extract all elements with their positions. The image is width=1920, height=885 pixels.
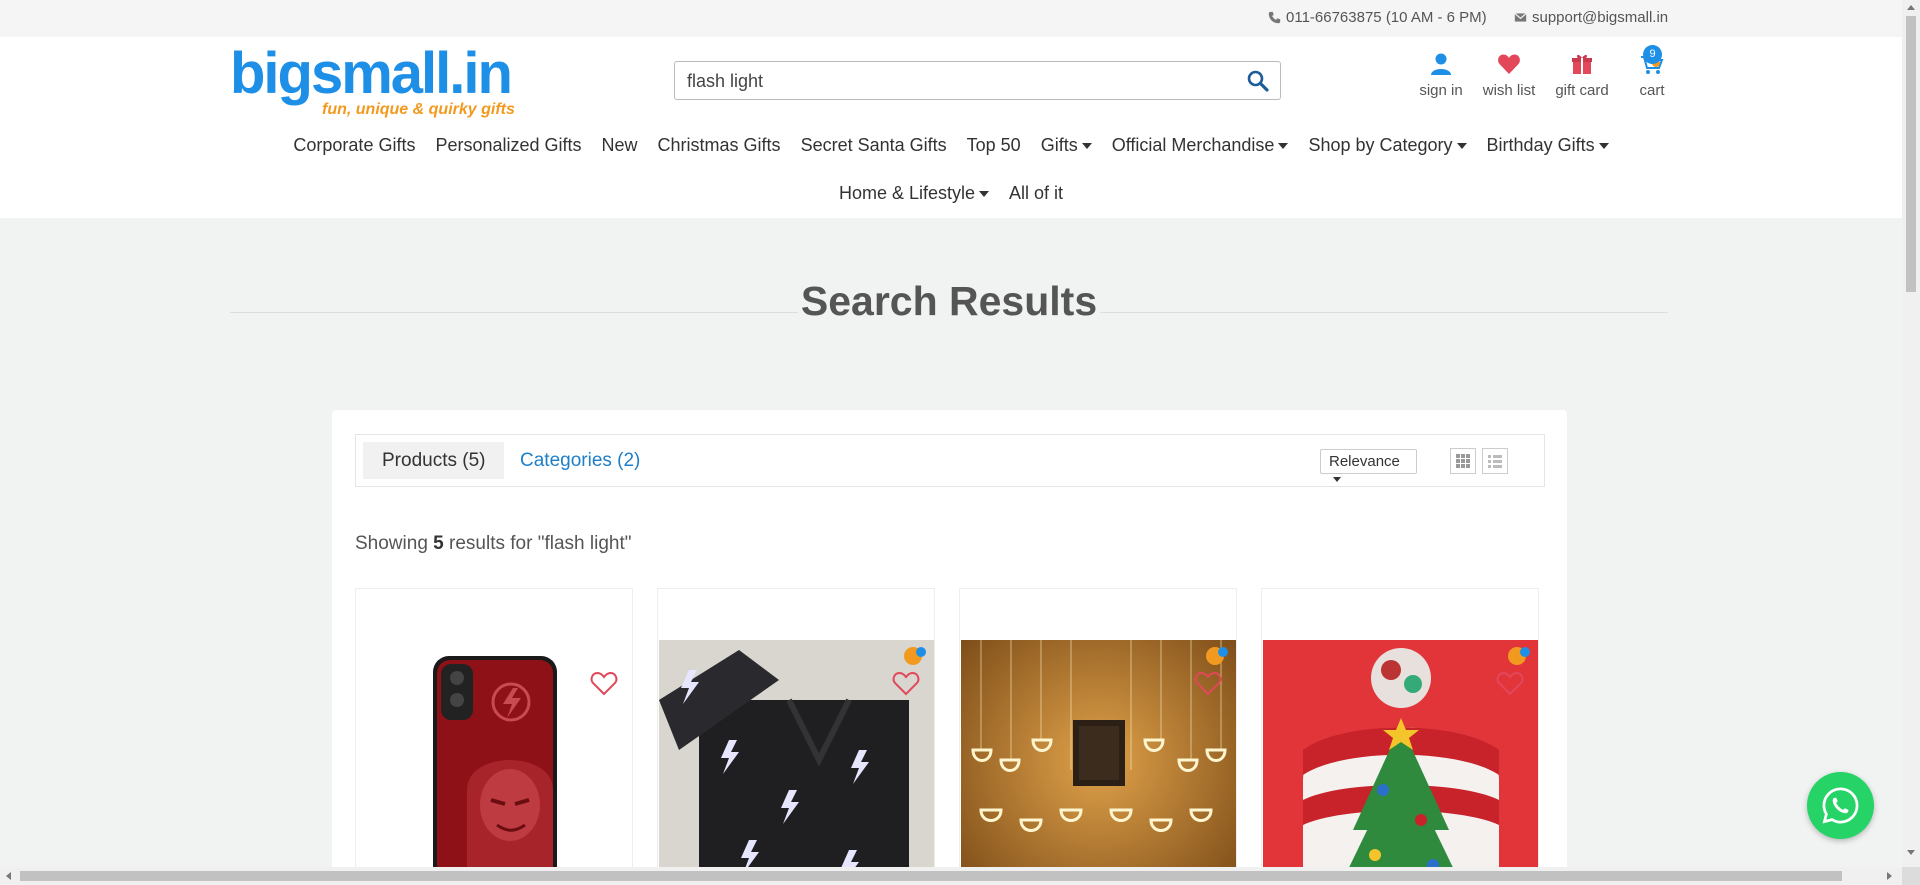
logo-wordmark: bigsmall.in bbox=[230, 41, 513, 106]
nav-shop-by-category[interactable]: Shop by Category bbox=[1308, 135, 1467, 156]
list-icon bbox=[1488, 455, 1502, 468]
nav-secret-santa-gifts[interactable]: Secret Santa Gifts bbox=[801, 135, 947, 156]
page-title: Search Results bbox=[800, 278, 1098, 324]
envelope-icon bbox=[1514, 12, 1527, 22]
tab-categories[interactable]: Categories (2) bbox=[501, 442, 659, 479]
gift-icon bbox=[1572, 54, 1592, 74]
caret-down-icon bbox=[979, 191, 990, 198]
whatsapp-chat-button[interactable] bbox=[1807, 772, 1874, 839]
nav-corporate-gifts[interactable]: Corporate Gifts bbox=[293, 135, 415, 156]
results-toolbar: Products (5) Categories (2) Relevance bbox=[355, 434, 1545, 487]
sort-label: Relevance bbox=[1329, 453, 1400, 470]
caret-down-icon bbox=[1456, 143, 1467, 150]
phone-contact[interactable]: 011-66763875 (10 AM - 6 PM) bbox=[1268, 9, 1487, 26]
gift-card-label: gift card bbox=[1555, 82, 1609, 99]
add-to-wishlist-button[interactable] bbox=[590, 670, 618, 696]
vertical-scrollbar[interactable] bbox=[1902, 0, 1920, 867]
list-view-button[interactable] bbox=[1482, 448, 1508, 474]
results-summary: Showing 5 results for "flash light" bbox=[355, 533, 632, 554]
scroll-right-arrow-icon[interactable] bbox=[1887, 872, 1892, 880]
logo-tagline: fun, unique & quirky gifts bbox=[322, 101, 515, 118]
caret-down-icon bbox=[1081, 143, 1092, 150]
vertical-scroll-thumb[interactable] bbox=[1906, 16, 1916, 292]
nav-personalized-gifts[interactable]: Personalized Gifts bbox=[435, 135, 581, 156]
results-panel: Products (5) Categories (2) Relevance Sh… bbox=[332, 410, 1567, 885]
search-box bbox=[674, 61, 1281, 100]
nav-top-50[interactable]: Top 50 bbox=[967, 135, 1021, 156]
site-header: bigsmall.in fun, unique & quirky gifts s… bbox=[0, 37, 1902, 218]
top-contact-bar: 011-66763875 (10 AM - 6 PM) support@bigs… bbox=[0, 0, 1902, 37]
product-card[interactable] bbox=[657, 588, 935, 885]
nav-official-merchandise[interactable]: Official Merchandise bbox=[1112, 135, 1289, 156]
grid-icon bbox=[1456, 454, 1470, 468]
heart-outline-icon bbox=[590, 671, 618, 696]
heart-outline-icon bbox=[1194, 671, 1222, 696]
caret-down-icon bbox=[1598, 143, 1609, 150]
nav-all-of-it[interactable]: All of it bbox=[1009, 183, 1063, 204]
email-address: support@bigsmall.in bbox=[1532, 9, 1669, 26]
add-to-wishlist-button[interactable] bbox=[892, 670, 920, 696]
scroll-down-arrow-icon[interactable] bbox=[1907, 850, 1915, 855]
sign-in-link[interactable]: sign in bbox=[1418, 52, 1464, 99]
scroll-left-arrow-icon[interactable] bbox=[6, 872, 11, 880]
search-input[interactable] bbox=[687, 68, 1227, 94]
cart-label: cart bbox=[1639, 82, 1665, 99]
page-title-section: Search Results bbox=[230, 272, 1668, 332]
caret-down-icon bbox=[1278, 143, 1289, 150]
main-nav: Corporate Gifts Personalized Gifts New C… bbox=[0, 135, 1902, 156]
wishlist-label: wish list bbox=[1482, 82, 1536, 99]
nav-new[interactable]: New bbox=[602, 135, 638, 156]
user-icon bbox=[1431, 53, 1451, 75]
nav-birthday-gifts[interactable]: Birthday Gifts bbox=[1487, 135, 1609, 156]
scroll-up-arrow-icon[interactable] bbox=[1907, 5, 1915, 10]
sort-dropdown[interactable]: Relevance bbox=[1320, 449, 1417, 482]
grid-view-button[interactable] bbox=[1450, 448, 1476, 474]
caret-down-icon bbox=[1333, 476, 1341, 482]
wishlist-link[interactable]: wish list bbox=[1480, 52, 1538, 99]
heart-icon bbox=[1498, 54, 1520, 74]
add-to-wishlist-button[interactable] bbox=[1194, 670, 1222, 696]
cart-link[interactable]: 9 cart bbox=[1632, 45, 1672, 99]
phone-number: 011-66763875 (10 AM - 6 PM) bbox=[1286, 9, 1487, 26]
product-card[interactable] bbox=[1261, 588, 1539, 885]
heart-outline-icon bbox=[1496, 671, 1524, 696]
scrollbar-corner bbox=[1902, 867, 1920, 885]
cart-count-badge: 9 bbox=[1643, 45, 1662, 64]
email-contact[interactable]: support@bigsmall.in bbox=[1514, 9, 1668, 26]
site-logo[interactable]: bigsmall.in fun, unique & quirky gifts bbox=[230, 45, 530, 121]
product-card[interactable] bbox=[355, 588, 633, 885]
horizontal-scroll-thumb[interactable] bbox=[20, 871, 1842, 881]
sign-in-label: sign in bbox=[1419, 82, 1463, 99]
main-nav-row-2: Home & Lifestyle All of it bbox=[0, 183, 1902, 204]
add-to-wishlist-button[interactable] bbox=[1496, 670, 1524, 696]
product-card[interactable] bbox=[959, 588, 1237, 885]
results-count: 5 bbox=[433, 533, 444, 554]
gift-card-link[interactable]: gift card bbox=[1552, 52, 1612, 99]
tab-products[interactable]: Products (5) bbox=[363, 442, 505, 479]
heart-outline-icon bbox=[892, 671, 920, 696]
whatsapp-icon bbox=[1822, 787, 1859, 824]
nav-gifts[interactable]: Gifts bbox=[1041, 135, 1092, 156]
horizontal-scrollbar[interactable] bbox=[0, 867, 1902, 885]
phone-icon bbox=[1268, 11, 1281, 24]
search-icon[interactable] bbox=[1246, 69, 1270, 93]
nav-home-lifestyle[interactable]: Home & Lifestyle bbox=[839, 183, 990, 204]
nav-christmas-gifts[interactable]: Christmas Gifts bbox=[658, 135, 781, 156]
